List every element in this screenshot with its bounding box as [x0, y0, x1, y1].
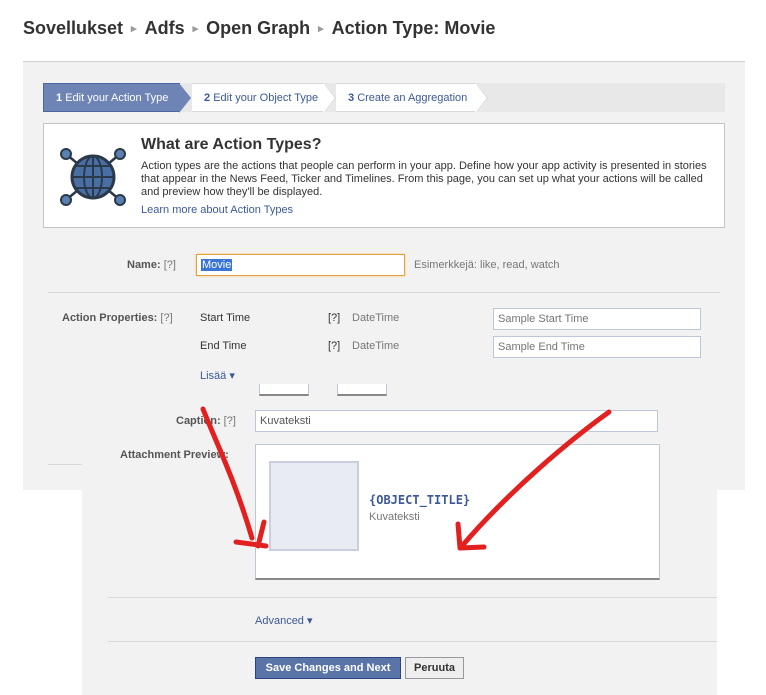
- preview-title: {OBJECT_TITLE}: [369, 493, 471, 507]
- cropped-field: [259, 384, 309, 396]
- name-label: Name: [?]: [127, 259, 176, 271]
- property-name: End Time: [200, 340, 247, 352]
- end-time-sample-input[interactable]: [493, 336, 701, 358]
- wizard-steps: 1 Edit your Action Type 2 Edit your Obje…: [43, 83, 725, 113]
- property-name: Start Time: [200, 312, 251, 324]
- help-icon[interactable]: [?]: [328, 312, 340, 324]
- attachment-preview-label: Attachment Preview:: [120, 449, 229, 461]
- cancel-button[interactable]: Peruuta: [405, 657, 464, 679]
- action-properties-label-text: Action Properties:: [62, 312, 158, 324]
- step-arrow-icon: [475, 83, 487, 113]
- caption-label-text: Caption:: [176, 415, 221, 427]
- help-icon[interactable]: [?]: [224, 415, 236, 427]
- divider: [48, 464, 82, 465]
- breadcrumb-separator-icon: ▸: [318, 23, 324, 35]
- attachment-preview: {OBJECT_TITLE} Kuvateksti: [255, 444, 660, 580]
- action-properties-label: Action Properties: [?]: [62, 312, 173, 324]
- start-time-sample-input[interactable]: [493, 308, 701, 330]
- help-icon[interactable]: [?]: [164, 259, 176, 271]
- caption-label: Caption: [?]: [176, 415, 236, 427]
- help-icon[interactable]: [?]: [160, 312, 172, 324]
- property-type: DateTime: [352, 312, 400, 324]
- divider: [108, 641, 717, 642]
- caption-input[interactable]: [255, 410, 658, 432]
- divider: [48, 292, 720, 293]
- wizard-step-3[interactable]: 3 Create an Aggregation: [336, 83, 488, 113]
- step-arrow-icon: [323, 83, 335, 113]
- learn-more-link[interactable]: Learn more about Action Types: [141, 204, 293, 216]
- more-link[interactable]: Lisää ▾: [200, 369, 235, 382]
- advanced-link[interactable]: Advanced ▾: [255, 614, 313, 627]
- step-label: Create an Aggregation: [357, 92, 468, 104]
- step-label: Edit your Object Type: [213, 92, 319, 104]
- breadcrumb-item-open-graph[interactable]: Open Graph: [206, 18, 310, 38]
- property-type: DateTime: [352, 340, 400, 352]
- name-label-text: Name:: [127, 259, 161, 271]
- preview-image-placeholder: [269, 461, 359, 551]
- info-box: What are Action Types? Action types are …: [43, 123, 725, 228]
- breadcrumb-separator-icon: ▸: [192, 23, 199, 35]
- save-changes-button[interactable]: Save Changes and Next: [255, 657, 401, 679]
- help-icon[interactable]: [?]: [328, 340, 340, 352]
- preview-caption: Kuvateksti: [369, 511, 420, 523]
- breadcrumb-item-current: Action Type: Movie: [331, 18, 496, 38]
- divider: [108, 597, 717, 598]
- step-arrow-icon: [179, 83, 191, 113]
- step-number: 3: [348, 92, 355, 104]
- breadcrumb-item-app[interactable]: Adfs: [145, 18, 185, 38]
- step-label: Edit your Action Type: [65, 92, 169, 104]
- step-number: 1: [56, 92, 63, 104]
- cropped-field: [337, 384, 387, 396]
- name-input[interactable]: Movie: [196, 254, 405, 276]
- wizard-step-2[interactable]: 2 Edit your Object Type: [192, 83, 336, 113]
- name-input-value: Movie: [201, 259, 233, 271]
- globe-network-icon: [60, 148, 126, 206]
- info-text: Action types are the actions that people…: [141, 160, 707, 198]
- breadcrumb-item-apps[interactable]: Sovellukset: [23, 18, 123, 38]
- name-hint: Esimerkkejä: like, read, watch: [414, 259, 560, 271]
- step-number: 2: [204, 92, 211, 104]
- breadcrumb: Sovellukset ▸ Adfs ▸ Open Graph ▸ Action Type:…: [23, 18, 495, 39]
- wizard-step-1[interactable]: 1 Edit your Action Type: [43, 83, 191, 113]
- breadcrumb-separator-icon: ▸: [131, 23, 137, 35]
- info-title: What are Action Types?: [141, 136, 322, 153]
